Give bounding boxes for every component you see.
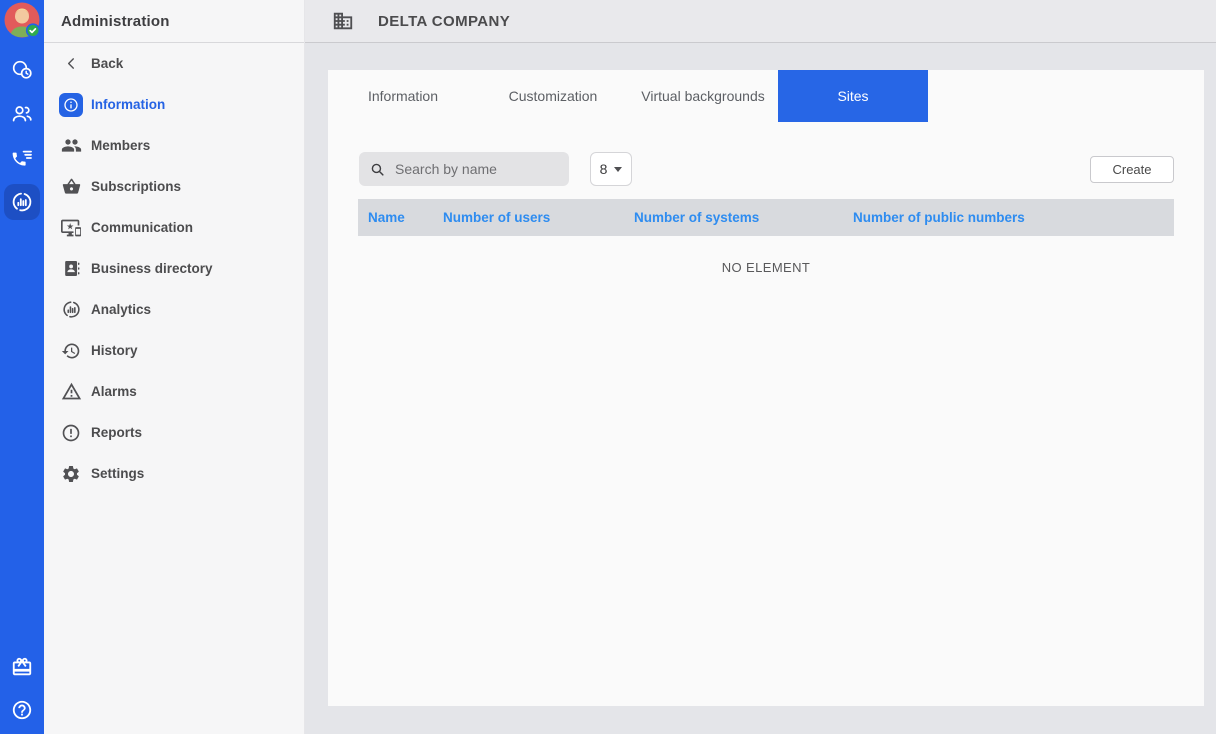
sidebar-item-members[interactable]: Members xyxy=(44,125,304,166)
app-root: Administration Back Information Members … xyxy=(0,0,1216,734)
sidebar-item-label: Settings xyxy=(91,466,144,481)
icon-rail xyxy=(0,0,44,734)
gift-icon[interactable] xyxy=(4,649,40,685)
column-header-number-of-public-numbers[interactable]: Number of public numbers xyxy=(853,210,1174,225)
gear-icon xyxy=(59,462,83,486)
content-background: Information Customization Virtual backgr… xyxy=(305,43,1216,734)
analytics-icon xyxy=(59,298,83,322)
main-area: DELTA COMPANY Information Customization … xyxy=(305,0,1216,734)
sidebar-item-subscriptions[interactable]: Subscriptions xyxy=(44,166,304,207)
rail-bottom xyxy=(4,649,40,728)
table-header-row: Name Number of users Number of systems N… xyxy=(358,199,1174,236)
sidebar-item-label: Communication xyxy=(91,220,193,235)
tab-virtual-backgrounds[interactable]: Virtual backgrounds xyxy=(628,70,778,122)
warning-icon xyxy=(59,380,83,404)
analytics-rail-icon[interactable] xyxy=(4,184,40,220)
create-button[interactable]: Create xyxy=(1090,156,1174,183)
page-size-value: 8 xyxy=(600,161,608,177)
search-input[interactable] xyxy=(395,161,559,177)
tab-bar: Information Customization Virtual backgr… xyxy=(328,70,1204,122)
back-button[interactable]: Back xyxy=(44,43,304,84)
call-history-icon[interactable] xyxy=(4,140,40,176)
sidebar-item-label: Reports xyxy=(91,425,142,440)
company-name: DELTA COMPANY xyxy=(378,13,510,30)
contact-book-icon xyxy=(59,257,83,281)
sidebar-item-label: Subscriptions xyxy=(91,179,181,194)
sidebar-item-reports[interactable]: Reports xyxy=(44,412,304,453)
user-avatar[interactable] xyxy=(3,1,41,39)
sidebar-item-label: Analytics xyxy=(91,302,151,317)
sidebar-item-label: Members xyxy=(91,138,150,153)
column-header-name[interactable]: Name xyxy=(358,210,443,225)
devices-icon xyxy=(59,216,83,240)
page-size-select[interactable]: 8 xyxy=(590,152,632,186)
report-icon xyxy=(59,421,83,445)
sidebar-item-label: Information xyxy=(91,97,165,112)
content-panel: Information Customization Virtual backgr… xyxy=(328,70,1204,706)
column-header-number-of-users[interactable]: Number of users xyxy=(443,210,634,225)
chevron-left-icon xyxy=(59,52,83,76)
building-icon xyxy=(332,10,354,32)
tab-information[interactable]: Information xyxy=(328,70,478,122)
toolbar: 8 Create xyxy=(328,152,1204,186)
tab-customization[interactable]: Customization xyxy=(478,70,628,122)
contacts-icon[interactable] xyxy=(4,96,40,132)
topbar: DELTA COMPANY xyxy=(305,0,1216,43)
sidebar-title: Administration xyxy=(44,0,304,43)
basket-icon xyxy=(59,175,83,199)
back-label: Back xyxy=(91,56,123,71)
sidebar-item-analytics[interactable]: Analytics xyxy=(44,289,304,330)
column-header-number-of-systems[interactable]: Number of systems xyxy=(634,210,853,225)
sidebar-item-information[interactable]: Information xyxy=(44,84,304,125)
tab-sites[interactable]: Sites xyxy=(778,70,928,122)
search-icon xyxy=(369,161,386,178)
sidebar-item-communication[interactable]: Communication xyxy=(44,207,304,248)
chevron-down-icon xyxy=(614,167,622,172)
sidebar-item-history[interactable]: History xyxy=(44,330,304,371)
sidebar-item-business-directory[interactable]: Business directory xyxy=(44,248,304,289)
search-box xyxy=(359,152,569,186)
sidebar-item-label: Business directory xyxy=(91,261,213,276)
help-icon[interactable] xyxy=(4,692,40,728)
history-icon xyxy=(59,339,83,363)
sidebar-item-label: Alarms xyxy=(91,384,137,399)
info-icon xyxy=(59,93,83,117)
empty-state-text: NO ELEMENT xyxy=(328,260,1204,275)
avatar-image xyxy=(3,1,41,39)
members-icon xyxy=(59,134,83,158)
sidebar-item-settings[interactable]: Settings xyxy=(44,453,304,494)
sidebar-item-alarms[interactable]: Alarms xyxy=(44,371,304,412)
sidebar-item-label: History xyxy=(91,343,138,358)
meetings-icon[interactable] xyxy=(4,52,40,88)
rail-nav xyxy=(4,52,40,220)
sidebar: Administration Back Information Members … xyxy=(44,0,305,734)
